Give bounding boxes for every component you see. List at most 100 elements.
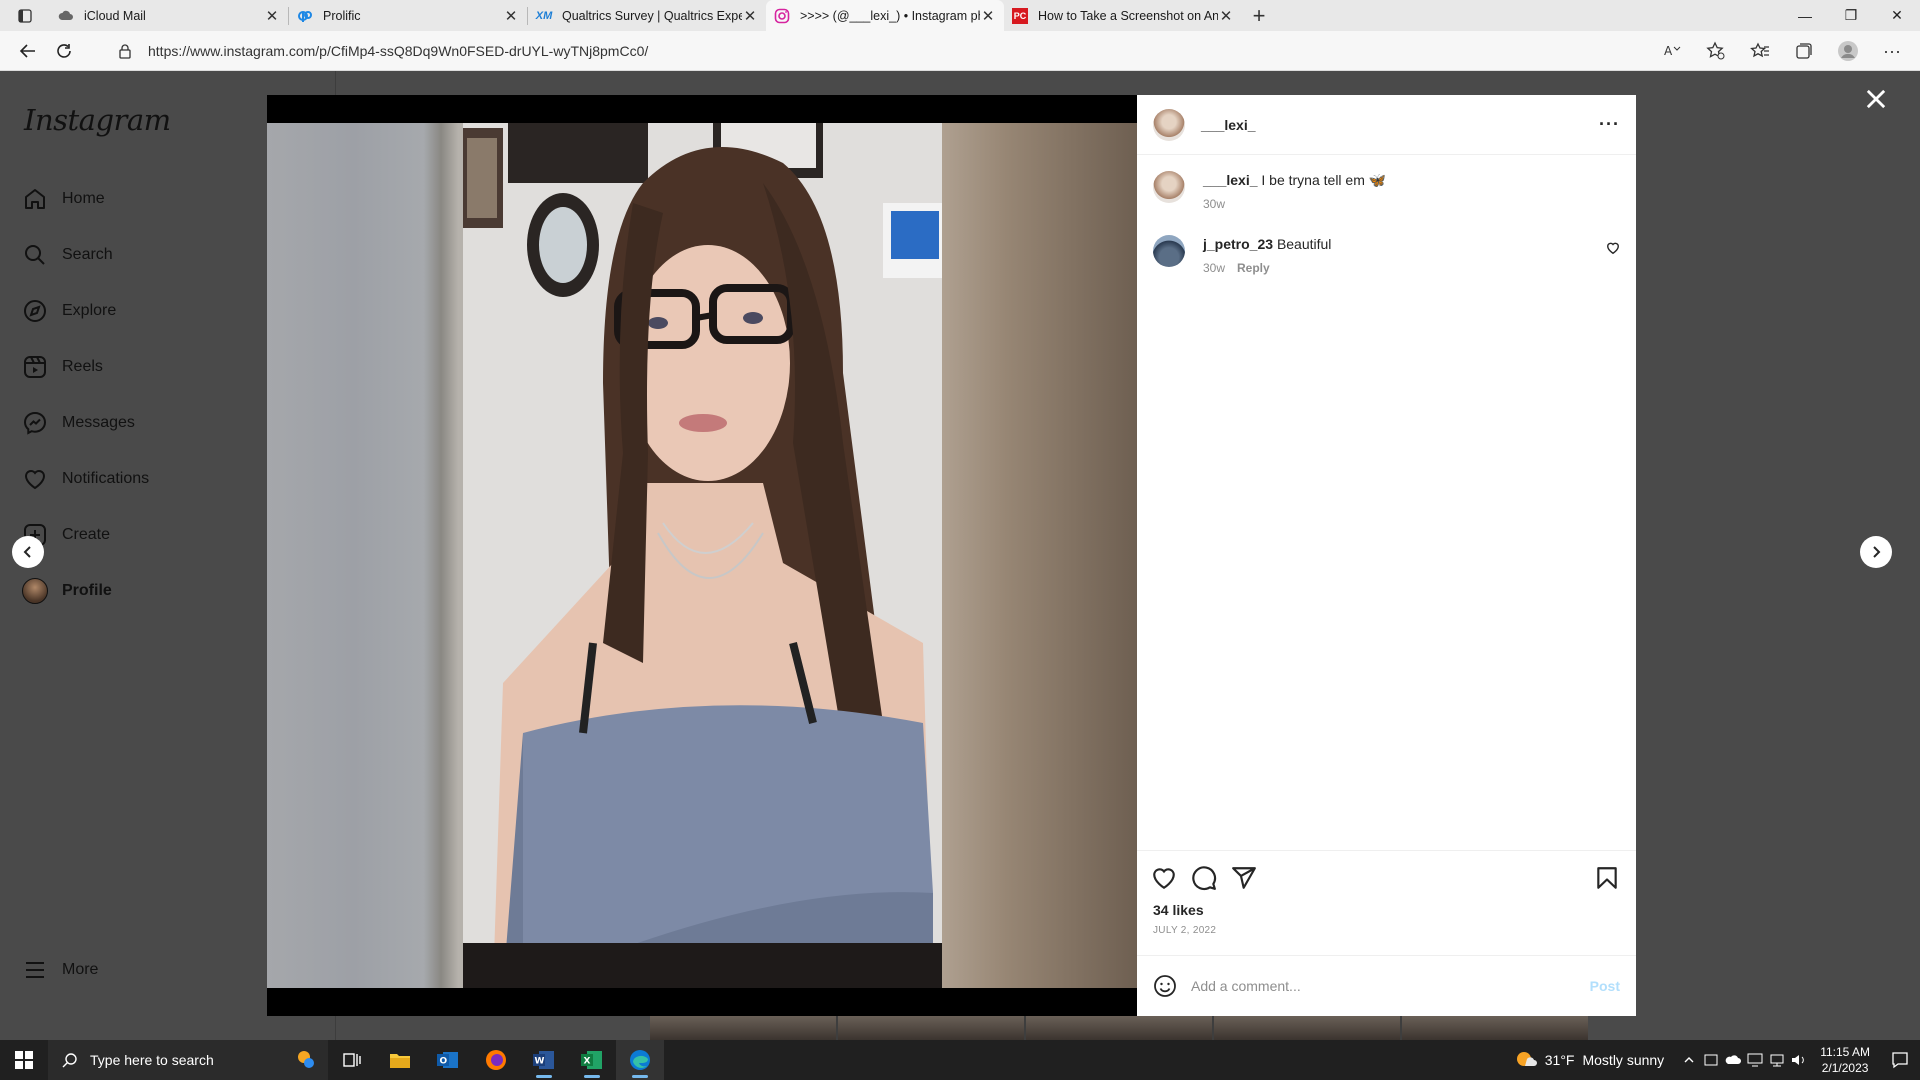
like-comment-icon[interactable] [1606, 241, 1620, 277]
weather-desc: Mostly sunny [1582, 1052, 1665, 1068]
post-media[interactable] [267, 95, 1137, 1016]
post-date: JULY 2, 2022 [1153, 925, 1217, 936]
weather-widget[interactable]: 31°F Mostly sunny [1515, 1049, 1664, 1071]
tab-title: >>>> (@___lexi_) • Instagram photos and … [800, 8, 980, 23]
read-aloud-icon[interactable]: A [1654, 35, 1690, 67]
avatar[interactable] [1153, 171, 1185, 203]
file-explorer-icon[interactable] [376, 1040, 424, 1080]
network-icon[interactable] [1766, 1053, 1788, 1067]
profile-icon[interactable] [1830, 35, 1866, 67]
heart-icon [22, 466, 48, 492]
save-icon[interactable] [1594, 865, 1622, 893]
search-highlight-icon[interactable] [292, 1049, 318, 1071]
excel-icon[interactable]: X [568, 1040, 616, 1080]
close-tab-icon[interactable]: ✕ [264, 8, 280, 25]
emoji-icon[interactable] [1153, 974, 1177, 998]
windows-start-icon[interactable] [0, 1040, 48, 1080]
hamburger-icon [22, 957, 48, 983]
sidebar-item-label: Search [62, 246, 113, 263]
sidebar-item-reels[interactable]: Reels [22, 347, 103, 387]
comment-age[interactable]: 30w [1203, 259, 1225, 277]
svg-text:W: W [535, 1057, 545, 1067]
clock-date: 2/1/2023 [1821, 1061, 1869, 1075]
post-detail-panel: ___lexi_ ··· ___lexi_ I be tryna tell em… [1137, 95, 1636, 1016]
previous-post-button[interactable] [12, 536, 44, 568]
meet-now-icon[interactable] [1700, 1053, 1722, 1067]
instagram-logo[interactable]: Instagram [24, 103, 171, 137]
sidebar-item-label: Profile [62, 582, 112, 599]
edge-icon[interactable] [616, 1040, 664, 1080]
like-icon[interactable] [1151, 865, 1179, 893]
caption-text: I be tryna tell em 🦋 [1261, 172, 1387, 188]
avatar[interactable] [1153, 108, 1185, 141]
outlook-icon[interactable]: O [424, 1040, 472, 1080]
comment-input[interactable]: Add a comment... [1191, 978, 1590, 994]
weather-temp: 31°F [1544, 1052, 1575, 1068]
notification-center-icon[interactable] [1880, 1051, 1920, 1069]
sidebar-item-explore[interactable]: Explore [22, 291, 116, 331]
close-window-icon[interactable]: ✕ [1874, 0, 1920, 31]
minimize-icon[interactable]: — [1782, 0, 1828, 31]
word-icon[interactable]: W [520, 1040, 568, 1080]
post-comment-button[interactable]: Post [1590, 978, 1620, 994]
more-options-icon[interactable]: ··· [1599, 114, 1620, 135]
tab-actions-icon[interactable] [0, 0, 50, 31]
favorites-icon[interactable] [1742, 35, 1778, 67]
sidebar-item-messages[interactable]: Messages [22, 403, 135, 443]
close-tab-icon[interactable]: ✕ [1218, 8, 1234, 25]
close-tab-icon[interactable]: ✕ [980, 8, 996, 25]
comment-icon[interactable] [1191, 865, 1219, 893]
avatar [22, 578, 48, 604]
instagram-page: Instagram Home Search Explore Reels Mess… [0, 71, 1920, 1040]
share-icon[interactable] [1231, 865, 1259, 893]
sidebar-item-notifications[interactable]: Notifications [22, 459, 149, 499]
close-icon[interactable] [1862, 85, 1890, 113]
url-field[interactable]: https://www.instagram.com/p/CfiMp4-ssQ8D… [104, 35, 1704, 67]
sidebar-item-home[interactable]: Home [22, 179, 105, 219]
avatar[interactable] [1153, 235, 1185, 267]
taskbar-search-placeholder: Type here to search [90, 1052, 214, 1068]
display-icon[interactable] [1744, 1053, 1766, 1067]
reply-button[interactable]: Reply [1237, 259, 1270, 277]
next-post-button[interactable] [1860, 536, 1892, 568]
taskbar-search-field[interactable]: Type here to search [48, 1040, 328, 1080]
onedrive-icon[interactable] [1722, 1054, 1744, 1066]
system-tray: 31°F Mostly sunny 11:15 AM 2/1/2023 [1515, 1040, 1920, 1080]
task-view-icon[interactable] [328, 1040, 376, 1080]
sidebar-item-profile[interactable]: Profile [22, 571, 112, 611]
tab-icloud-mail[interactable]: iCloud Mail ✕ [50, 0, 288, 31]
collections-icon[interactable] [1786, 35, 1822, 67]
restore-icon[interactable]: ❐ [1828, 0, 1874, 31]
settings-more-icon[interactable]: ··· [1874, 35, 1910, 67]
search-icon [22, 242, 48, 268]
sidebar-item-more[interactable]: More [22, 950, 98, 990]
browser-tab-bar: iCloud Mail ✕ Prolific ✕ XM Qualtrics Su… [0, 0, 1920, 31]
tab-title: Prolific [323, 8, 361, 23]
firefox-icon[interactable] [472, 1040, 520, 1080]
like-count[interactable]: 34 likes [1153, 902, 1204, 918]
close-tab-icon[interactable]: ✕ [742, 8, 758, 25]
sidebar-item-label: Explore [62, 302, 117, 319]
volume-icon[interactable] [1788, 1053, 1810, 1067]
post-username[interactable]: ___lexi_ [1201, 117, 1256, 133]
clock[interactable]: 11:15 AM 2/1/2023 [1820, 1044, 1870, 1076]
tab-pcmag[interactable]: PC How to Take a Screenshot on Any Devic… [1004, 0, 1242, 31]
new-tab-button[interactable]: + [1242, 0, 1276, 31]
lock-icon[interactable] [118, 43, 138, 59]
caption-age[interactable]: 30w [1203, 195, 1225, 213]
post-photo[interactable] [463, 123, 942, 988]
page-scrollbar[interactable] [1906, 71, 1920, 1040]
svg-text:X: X [584, 1057, 591, 1067]
tab-qualtrics[interactable]: XM Qualtrics Survey | Qualtrics Experien… [528, 0, 766, 31]
comment-username[interactable]: j_petro_23 [1203, 236, 1273, 252]
sidebar-item-search[interactable]: Search [22, 235, 113, 275]
tab-instagram[interactable]: >>>> (@___lexi_) • Instagram photos and … [766, 0, 1004, 31]
refresh-icon[interactable] [46, 35, 82, 67]
back-icon[interactable] [10, 35, 46, 67]
caption-username[interactable]: ___lexi_ [1203, 172, 1258, 188]
tab-prolific[interactable]: Prolific ✕ [289, 0, 527, 31]
close-tab-icon[interactable]: ✕ [503, 8, 519, 25]
add-favorite-icon[interactable] [1698, 35, 1734, 67]
selfie-image [463, 123, 942, 988]
chevron-up-icon[interactable] [1678, 1054, 1700, 1066]
